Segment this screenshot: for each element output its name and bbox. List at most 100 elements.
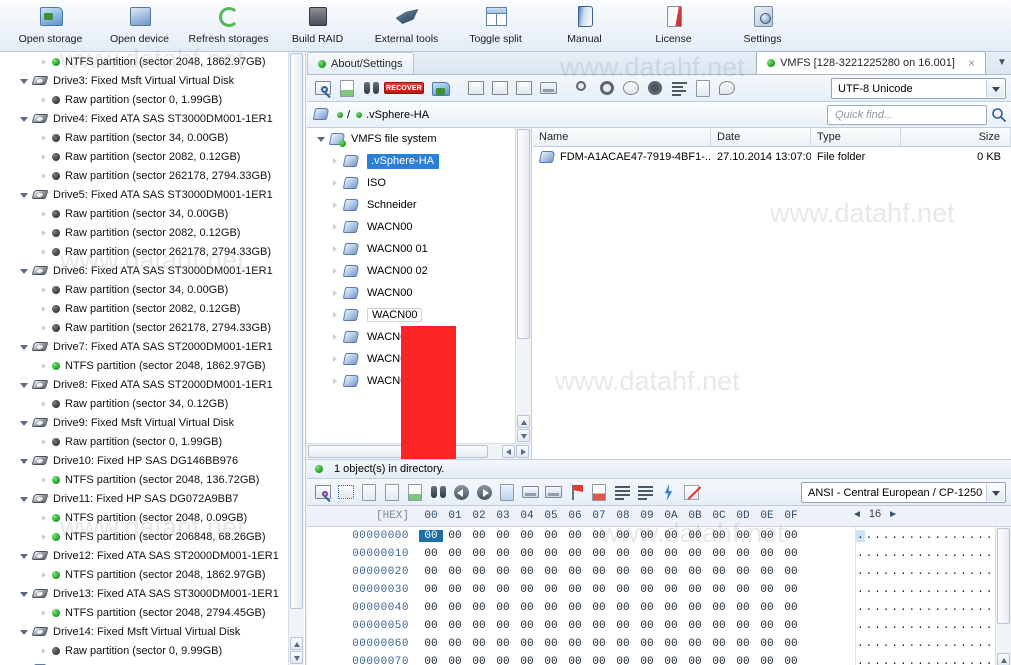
ascii-char[interactable]: . xyxy=(933,530,942,542)
hex-bytes[interactable]: 00 00 00 00 00 00 00 00 00 00 00 00 00 00 00 00 xyxy=(419,530,803,542)
checklist-icon[interactable] xyxy=(336,77,358,99)
expander-expanded-icon[interactable] xyxy=(18,455,30,467)
hex-byte[interactable]: 00 xyxy=(443,638,467,650)
quick-find-input[interactable]: Quick find... xyxy=(827,105,987,125)
hex-bytes[interactable]: 00 00 00 00 00 00 00 00 00 00 00 00 00 00 00 00 xyxy=(419,602,803,614)
encoding-select[interactable]: UTF-8 Unicode xyxy=(831,78,1006,99)
ascii-char[interactable]: . xyxy=(959,530,968,542)
hex-byte[interactable]: 00 xyxy=(467,620,491,632)
sector-prev-icon[interactable] xyxy=(519,481,541,503)
ascii-char[interactable]: . xyxy=(908,620,917,632)
tab-about-settings[interactable]: About/Settings xyxy=(307,52,414,74)
ascii-char[interactable]: . xyxy=(916,548,925,560)
hex-byte[interactable]: 00 xyxy=(419,584,443,596)
hex-byte[interactable]: 00 xyxy=(779,566,803,578)
hex-byte[interactable]: 00 xyxy=(515,602,539,614)
hex-byte[interactable]: 00 xyxy=(467,584,491,596)
hex-byte[interactable]: 00 xyxy=(515,656,539,665)
ascii-char[interactable]: . xyxy=(899,548,908,560)
ascii-char[interactable]: . xyxy=(916,638,925,650)
storage-tree-list[interactable]: NTFS partition (sector 2048, 1862.97GB) D… xyxy=(0,52,289,665)
hex-byte[interactable]: 00 xyxy=(779,530,803,542)
save-icon[interactable] xyxy=(312,481,334,503)
ascii-char[interactable]: . xyxy=(856,656,865,665)
hex-byte[interactable]: 00 xyxy=(419,566,443,578)
stepper-prev-icon[interactable]: ◄ xyxy=(852,509,862,520)
ascii-char[interactable]: . xyxy=(865,548,874,560)
hex-byte[interactable]: 00 xyxy=(683,566,707,578)
hex-byte[interactable]: 00 xyxy=(707,602,731,614)
storage-tree-partition[interactable]: NTFS partition (sector 2048, 2794.45GB) xyxy=(0,603,289,622)
storage-tree-partition[interactable]: Raw partition (sector 0, 1.99GB) xyxy=(0,90,289,109)
hex-bytes[interactable]: 00 00 00 00 00 00 00 00 00 00 00 00 00 00 00 00 xyxy=(419,566,803,578)
hex-bytes[interactable]: 00 00 00 00 00 00 00 00 00 00 00 00 00 00 00 00 xyxy=(419,620,803,632)
target-icon[interactable] xyxy=(644,77,666,99)
ascii-char[interactable]: . xyxy=(933,566,942,578)
go-forward-icon[interactable] xyxy=(473,481,495,503)
ascii-char[interactable]: . xyxy=(951,584,960,596)
storage-tree-partition[interactable]: Raw partition (sector 34, 0.00GB) xyxy=(0,128,289,147)
storage-tree-partition[interactable]: Raw partition (sector 262178, 2794.33GB) xyxy=(0,318,289,337)
ascii-char[interactable]: . xyxy=(925,602,934,614)
toolbar-button-build-raid[interactable]: Build RAID xyxy=(273,0,362,50)
ascii-char[interactable]: . xyxy=(985,530,994,542)
hex-byte[interactable]: 00 xyxy=(467,638,491,650)
hex-byte[interactable]: 00 xyxy=(443,656,467,665)
breadcrumb-item-vsphere-ha[interactable]: .vSphere-HA xyxy=(356,109,429,121)
export-icon[interactable] xyxy=(620,77,642,99)
hex-byte[interactable]: 00 xyxy=(491,638,515,650)
ascii-char[interactable]: . xyxy=(882,566,891,578)
ascii-char[interactable]: . xyxy=(968,548,977,560)
ascii-char[interactable]: . xyxy=(873,656,882,665)
ascii-char[interactable]: . xyxy=(951,566,960,578)
ascii-char[interactable]: . xyxy=(856,548,865,560)
ascii-char[interactable]: . xyxy=(976,602,985,614)
ascii-char[interactable]: . xyxy=(873,602,882,614)
ascii-char[interactable]: . xyxy=(916,584,925,596)
toolbar-button-manual[interactable]: Manual xyxy=(540,0,629,50)
ascii-char[interactable]: . xyxy=(865,584,874,596)
ascii-char[interactable]: . xyxy=(916,530,925,542)
ascii-char[interactable]: . xyxy=(865,530,874,542)
ascii-char[interactable]: . xyxy=(951,530,960,542)
hex-byte[interactable]: 00 xyxy=(635,602,659,614)
storage-tree-partition[interactable]: Raw partition (sector 262178, 2794.33GB) xyxy=(0,242,289,261)
hex-byte[interactable]: 00 xyxy=(419,638,443,650)
scroll-down-arrow-icon[interactable] xyxy=(517,429,530,442)
hex-byte[interactable]: 00 xyxy=(683,656,707,665)
hex-byte[interactable]: 00 xyxy=(539,530,563,542)
ascii-char[interactable]: . xyxy=(890,548,899,560)
ascii-char[interactable]: . xyxy=(925,656,934,665)
hex-byte[interactable]: 00 xyxy=(443,530,467,542)
ascii-char[interactable]: . xyxy=(908,584,917,596)
storage-tree-partition[interactable]: Raw partition (sector 0, 1.99GB) xyxy=(0,432,289,451)
ascii-char[interactable]: . xyxy=(942,656,951,665)
expander-expanded-icon[interactable] xyxy=(18,588,30,600)
ascii-char[interactable]: . xyxy=(985,548,994,560)
ascii-char[interactable]: . xyxy=(873,530,882,542)
expander-collapsed-icon[interactable] xyxy=(38,151,50,163)
tab-overflow-chevron-down-icon[interactable]: ▼ xyxy=(995,56,1009,70)
hex-byte[interactable]: 00 xyxy=(755,638,779,650)
ascii-char[interactable]: . xyxy=(942,638,951,650)
save-icon[interactable] xyxy=(312,77,334,99)
hex-byte[interactable]: 00 xyxy=(683,530,707,542)
ascii-char[interactable]: . xyxy=(865,602,874,614)
expander-collapsed-icon[interactable] xyxy=(38,208,50,220)
hex-byte[interactable]: 00 xyxy=(563,548,587,560)
ascii-char[interactable]: . xyxy=(882,530,891,542)
hex-byte[interactable]: 00 xyxy=(635,620,659,632)
ascii-char[interactable]: . xyxy=(873,566,882,578)
template-icon[interactable] xyxy=(611,481,633,503)
hex-byte[interactable]: 00 xyxy=(779,638,803,650)
hex-byte[interactable]: 00 xyxy=(443,584,467,596)
column-header-type[interactable]: Type xyxy=(811,127,901,147)
ascii-char[interactable]: . xyxy=(985,584,994,596)
ascii-char[interactable]: . xyxy=(899,656,908,665)
recover-icon[interactable]: RECOVER xyxy=(384,77,428,99)
hex-byte[interactable]: 00 xyxy=(611,566,635,578)
ascii-char[interactable]: . xyxy=(865,656,874,665)
expander-collapsed-icon[interactable] xyxy=(329,265,341,277)
select-block-icon[interactable] xyxy=(335,481,357,503)
expander-collapsed-icon[interactable] xyxy=(38,474,50,486)
